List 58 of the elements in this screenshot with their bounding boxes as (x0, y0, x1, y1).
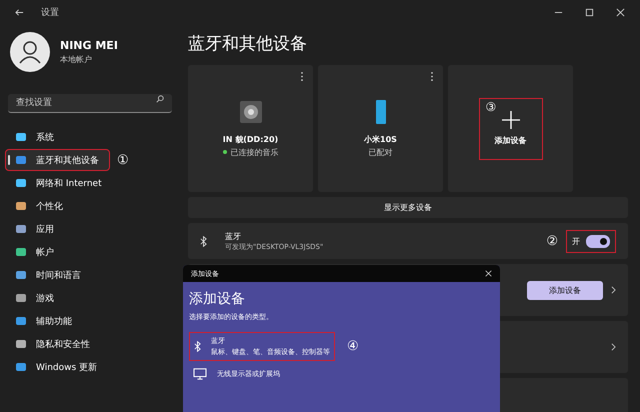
page-title: 蓝牙和其他设备 (188, 33, 308, 55)
nav-icon (16, 202, 26, 210)
search-field[interactable]: 查找设置 (8, 94, 172, 113)
show-more-devices-button[interactable]: 显示更多设备 (188, 197, 628, 218)
device-name: 小米10S (364, 134, 397, 144)
device-card[interactable]: IN 貌(DD:20) 已连接的音乐 (188, 65, 313, 192)
nav-icon (16, 317, 26, 325)
nav-icon (16, 133, 26, 141)
avatar-icon (10, 32, 50, 72)
nav-item[interactable]: 游戏 (6, 288, 64, 308)
nav-item[interactable]: 系统 (6, 127, 64, 147)
nav-item[interactable]: 个性化 (6, 196, 73, 216)
maximize-icon[interactable] (585, 8, 594, 16)
bluetooth-icon (194, 341, 201, 352)
nav-item[interactable]: 蓝牙和其他设备 (6, 150, 109, 170)
nav-item[interactable]: 帐户 (6, 242, 64, 262)
device-status: 已连接的音乐 (230, 146, 278, 158)
monitor-icon (193, 368, 207, 380)
device-name: IN 貌(DD:20) (222, 134, 278, 144)
bluetooth-toggle[interactable] (586, 234, 610, 248)
back-arrow-icon[interactable] (15, 8, 24, 16)
close-icon[interactable] (485, 270, 492, 277)
bluetooth-label: 蓝牙 (225, 230, 242, 242)
nav-item[interactable]: 网络和 Internet (6, 173, 112, 193)
chevron-icon (611, 286, 616, 294)
chevron-icon (611, 343, 616, 351)
nav-icon (16, 271, 26, 279)
dialog-heading: 添加设备 (189, 290, 246, 308)
close-icon[interactable] (616, 8, 625, 16)
nav-icon (16, 340, 26, 348)
annotation-number: ② (546, 234, 558, 248)
account-type: 本地帐户 (60, 54, 93, 65)
nav-icon (16, 363, 26, 371)
nav-item[interactable]: 时间和语言 (6, 265, 91, 285)
nav-item[interactable]: 隐私和安全性 (6, 334, 100, 354)
nav-icon (16, 179, 26, 187)
plus-icon (502, 111, 520, 129)
annotation-number: ③ (486, 100, 496, 114)
add-device-card[interactable]: ③ 添加设备 (448, 65, 573, 192)
nav-item[interactable]: 应用 (6, 219, 64, 239)
nav-icon (16, 248, 26, 256)
device-card[interactable]: 小米10S 已配对 (318, 65, 443, 192)
speaker-icon (238, 100, 262, 124)
nav-item[interactable]: 辅助功能 (6, 311, 82, 331)
nav-icon (16, 225, 26, 233)
add-device-label: 添加设备 (494, 135, 526, 146)
bluetooth-icon (200, 236, 207, 246)
nav-item[interactable]: Windows 更新 (6, 357, 108, 377)
annotation-number: ① (117, 152, 129, 168)
device-status: 已配对 (368, 146, 392, 158)
window-title: 设置 (41, 6, 59, 18)
toggle-label: 开 (572, 236, 580, 246)
nav-icon (16, 294, 26, 302)
nav-icon (16, 156, 26, 164)
add-device-button[interactable]: 添加设备 (527, 280, 603, 300)
annotation-number: ④ (347, 339, 359, 354)
search-icon (156, 95, 164, 103)
user-name: NING MEI (60, 39, 118, 52)
